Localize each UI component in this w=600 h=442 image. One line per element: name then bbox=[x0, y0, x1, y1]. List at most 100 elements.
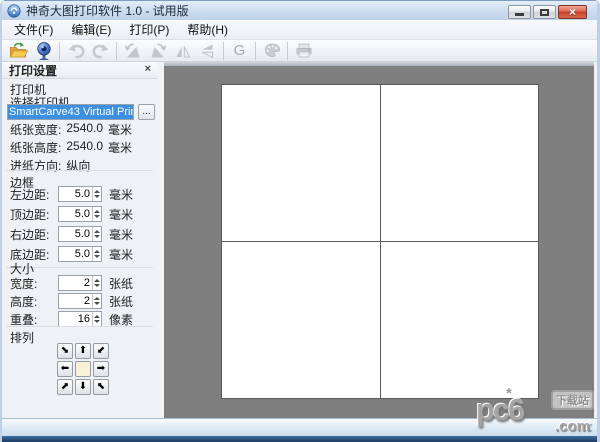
close-button[interactable]: × bbox=[558, 5, 587, 19]
rotate-right-button[interactable] bbox=[145, 40, 170, 62]
redo-arrow-icon bbox=[91, 41, 111, 61]
feed-direction-value: 纵向 bbox=[66, 157, 90, 174]
maximize-button[interactable] bbox=[533, 5, 556, 19]
arrange-top-button[interactable]: ⬆ bbox=[75, 343, 91, 359]
toolbar-separator bbox=[223, 42, 224, 60]
spinner[interactable] bbox=[92, 207, 101, 221]
divider bbox=[6, 326, 153, 327]
spinner[interactable] bbox=[92, 294, 101, 308]
page-cell bbox=[222, 242, 380, 398]
height-row: 高度: 2 张纸 bbox=[10, 293, 157, 309]
right-margin-field[interactable]: 5.0 bbox=[58, 226, 102, 242]
arrange-right-button[interactable]: ➡ bbox=[93, 361, 109, 377]
unit-label: 张纸 bbox=[109, 275, 133, 292]
menu-item-file[interactable]: 文件(F) bbox=[10, 19, 57, 40]
overlap-label: 重叠: bbox=[10, 311, 58, 328]
watermark-logo: pc6 bbox=[476, 392, 523, 428]
unit-label: 毫米 bbox=[109, 226, 133, 243]
printer-name-value: SmartCarve43 Virtual Printer bbox=[8, 105, 134, 119]
overlap-field[interactable]: 16 bbox=[58, 311, 102, 327]
page-cell bbox=[381, 85, 539, 241]
webcam-icon bbox=[34, 41, 54, 61]
paper-height-unit: 毫米 bbox=[108, 139, 132, 156]
arrange-left-button[interactable]: ⬅ bbox=[57, 361, 73, 377]
flip-horizontal-icon bbox=[173, 41, 193, 61]
paper-height-label: 纸张高度: bbox=[10, 139, 61, 156]
spinner[interactable] bbox=[92, 227, 101, 241]
print-button[interactable] bbox=[291, 40, 316, 62]
toolbar: G bbox=[2, 40, 597, 62]
app-icon bbox=[7, 4, 21, 18]
maximize-icon bbox=[540, 9, 549, 16]
unit-label: 毫米 bbox=[109, 206, 133, 223]
arrange-group-label: 排列 bbox=[10, 329, 34, 346]
left-margin-field[interactable]: 5.0 bbox=[58, 186, 102, 202]
arrange-top-right-button[interactable]: ⬋ bbox=[93, 343, 109, 359]
menu-item-edit[interactable]: 编辑(E) bbox=[67, 19, 115, 40]
spinner-up-icon bbox=[94, 315, 100, 318]
spinner[interactable] bbox=[92, 312, 101, 326]
flip-vertical-button[interactable] bbox=[195, 40, 220, 62]
arrange-bottom-left-button[interactable]: ⬈ bbox=[57, 379, 73, 395]
field-value: 5.0 bbox=[59, 208, 92, 220]
redo-button[interactable] bbox=[88, 40, 113, 62]
spinner-down-icon bbox=[94, 320, 100, 323]
unit-label: 张纸 bbox=[109, 293, 133, 310]
feed-direction-label: 进纸方向: bbox=[10, 157, 61, 174]
spinner-down-icon bbox=[94, 215, 100, 218]
window-bottom-border bbox=[2, 436, 597, 442]
bottom-margin-field[interactable]: 5.0 bbox=[58, 246, 102, 262]
title-bar: 神奇大图打印软件 1.0 - 试用版 × bbox=[2, 0, 597, 20]
panel-splitter[interactable] bbox=[157, 62, 164, 418]
height-field[interactable]: 2 bbox=[58, 293, 102, 309]
rotate-left-icon bbox=[123, 41, 143, 61]
palette-button[interactable] bbox=[259, 40, 284, 62]
palette-icon bbox=[262, 41, 282, 61]
field-value: 2 bbox=[59, 295, 92, 307]
field-value: 5.0 bbox=[59, 188, 92, 200]
panel-close-icon[interactable]: × bbox=[145, 63, 151, 75]
undo-button[interactable] bbox=[63, 40, 88, 62]
minimize-icon bbox=[515, 13, 524, 16]
overlap-row: 重叠: 16 像素 bbox=[10, 311, 157, 327]
undo-arrow-icon bbox=[66, 41, 86, 61]
unit-label: 毫米 bbox=[109, 186, 133, 203]
arrange-top-left-button[interactable]: ⬊ bbox=[57, 343, 73, 359]
spinner-down-icon bbox=[94, 195, 100, 198]
flip-horizontal-button[interactable] bbox=[170, 40, 195, 62]
letter-g-button[interactable]: G bbox=[227, 40, 252, 62]
rotate-left-button[interactable] bbox=[120, 40, 145, 62]
preview-canvas[interactable] bbox=[164, 62, 594, 418]
folder-open-icon bbox=[8, 41, 29, 60]
paper-width-row: 纸张宽度: 2540.0 毫米 bbox=[10, 121, 132, 138]
letter-g-icon: G bbox=[234, 42, 246, 59]
spinner[interactable] bbox=[92, 276, 101, 290]
height-label: 高度: bbox=[10, 293, 58, 310]
menu-item-help[interactable]: 帮助(H) bbox=[183, 19, 232, 40]
top-margin-field[interactable]: 5.0 bbox=[58, 206, 102, 222]
window-controls: × bbox=[508, 5, 587, 19]
spinner-up-icon bbox=[94, 230, 100, 233]
capture-button[interactable] bbox=[31, 40, 56, 62]
spinner-up-icon bbox=[94, 250, 100, 253]
printer-name-field[interactable]: SmartCarve43 Virtual Printer bbox=[7, 104, 134, 120]
width-label: 宽度: bbox=[10, 275, 58, 292]
arrange-bottom-button[interactable]: ⬇ bbox=[75, 379, 91, 395]
menu-item-print[interactable]: 打印(P) bbox=[125, 19, 173, 40]
page-cell bbox=[381, 242, 539, 398]
arrange-center-button[interactable] bbox=[75, 361, 91, 377]
minimize-button[interactable] bbox=[508, 5, 531, 19]
spinner-up-icon bbox=[94, 297, 100, 300]
paper-width-value: 2540.0 bbox=[66, 121, 103, 138]
field-value: 5.0 bbox=[59, 228, 92, 240]
open-image-button[interactable] bbox=[6, 40, 31, 62]
spinner-down-icon bbox=[94, 284, 100, 287]
width-field[interactable]: 2 bbox=[58, 275, 102, 291]
canvas-top-edge bbox=[164, 62, 594, 66]
top-margin-label: 顶边距: bbox=[10, 206, 58, 223]
browse-printer-button[interactable]: ... bbox=[138, 104, 155, 120]
app-window: 神奇大图打印软件 1.0 - 试用版 × 文件(F) 编辑(E) 打印(P) 帮… bbox=[0, 0, 600, 442]
arrange-bottom-right-button[interactable]: ⬉ bbox=[93, 379, 109, 395]
spinner[interactable] bbox=[92, 187, 101, 201]
spinner[interactable] bbox=[92, 247, 101, 261]
